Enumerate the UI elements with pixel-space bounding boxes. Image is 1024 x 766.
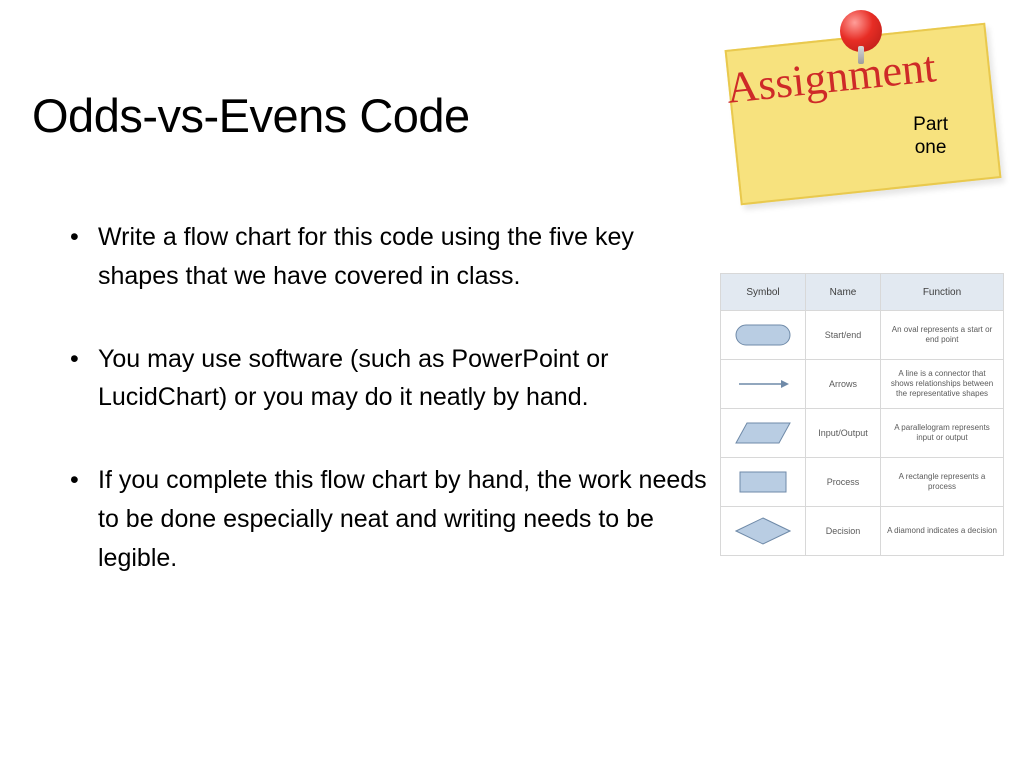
table-row: Start/end An oval represents a start or … <box>721 311 1004 360</box>
legend-function: A rectangle represents a process <box>881 458 1004 507</box>
table-row: Process A rectangle represents a process <box>721 458 1004 507</box>
table-row: Input/Output A parallelogram represents … <box>721 409 1004 458</box>
table-row: Decision A diamond indicates a decision <box>721 507 1004 556</box>
sticky-note: Assignment Partone <box>716 6 996 191</box>
pushpin-icon <box>840 10 882 52</box>
legend-function: A line is a connector that shows relatio… <box>881 360 1004 409</box>
flowchart-legend-table: Symbol Name Function Start/end An oval r… <box>720 273 1004 556</box>
rectangle-icon <box>739 471 787 493</box>
parallelogram-icon <box>735 422 791 444</box>
list-item: If you complete this flow chart by hand,… <box>70 461 710 577</box>
legend-header-symbol: Symbol <box>721 274 806 311</box>
diamond-icon <box>735 517 791 545</box>
legend-name: Arrows <box>806 360 881 409</box>
arrow-icon <box>735 377 791 391</box>
legend-function: A parallelogram represents input or outp… <box>881 409 1004 458</box>
slide-title: Odds-vs-Evens Code <box>32 88 470 143</box>
legend-name: Input/Output <box>806 409 881 458</box>
bullet-list: Write a flow chart for this code using t… <box>70 218 710 577</box>
legend-function: A diamond indicates a decision <box>881 507 1004 556</box>
terminator-icon <box>735 324 791 346</box>
legend-name: Start/end <box>806 311 881 360</box>
legend-header-name: Name <box>806 274 881 311</box>
legend-function: An oval represents a start or end point <box>881 311 1004 360</box>
legend-name: Process <box>806 458 881 507</box>
legend-header-function: Function <box>881 274 1004 311</box>
list-item: Write a flow chart for this code using t… <box>70 218 710 296</box>
sticky-note-subtitle: Partone <box>913 114 948 160</box>
list-item: You may use software (such as PowerPoint… <box>70 340 710 418</box>
legend-name: Decision <box>806 507 881 556</box>
table-row: Arrows A line is a connector that shows … <box>721 360 1004 409</box>
